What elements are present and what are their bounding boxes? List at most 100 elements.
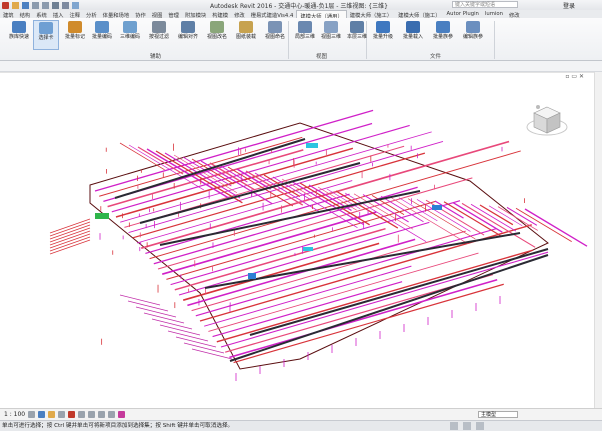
3d-view-icon[interactable]	[72, 1, 79, 9]
save-icon[interactable]	[22, 1, 29, 9]
ribbon-button-label: 批量编码	[91, 34, 112, 40]
ribbon-button-label: 编辑族参	[462, 34, 483, 40]
duct-segment	[119, 294, 161, 306]
app-menu-icon[interactable]	[2, 1, 9, 9]
ribbon-button[interactable]: 三维编码	[117, 20, 143, 50]
ribbon-button-label: 视图改名	[206, 34, 227, 40]
filter-icon[interactable]	[476, 422, 484, 430]
ribbon-tab[interactable]: 建模大师（施工）	[347, 10, 395, 19]
ribbon-tab[interactable]: 体量和场地	[100, 10, 133, 19]
ribbon-tab[interactable]: 协作	[132, 10, 149, 19]
ribbon-tab[interactable]: 插入	[50, 10, 67, 19]
ribbon-tab[interactable]: 结构	[17, 10, 34, 19]
temp-hide-icon[interactable]	[108, 411, 116, 418]
ribbon-button[interactable]: 视图命名	[262, 20, 288, 50]
group-label-aux: 辅助	[150, 54, 162, 60]
ribbon-button[interactable]: 批量编码	[89, 20, 115, 50]
duct-segment	[135, 306, 177, 318]
duct-segment	[49, 239, 91, 255]
visual-style-icon[interactable]	[38, 411, 46, 418]
detail-level-icon[interactable]	[28, 411, 36, 418]
ribbon-button-label: 选择卡	[38, 35, 54, 41]
view-control-bar: 1 : 100 主模型	[0, 408, 602, 420]
ribbon-tab[interactable]: 附加模块	[182, 10, 209, 19]
duct-segment	[49, 233, 91, 249]
ribbon-tab[interactable]: 构建模	[209, 10, 231, 19]
ribbon-button[interactable]: 族库快速	[6, 20, 32, 50]
ribbon-tab[interactable]: 建筑	[0, 10, 17, 19]
ribbon-tool-icon	[268, 21, 282, 33]
workset-icon[interactable]	[450, 422, 458, 430]
ribbon-button[interactable]: 编辑对齐	[175, 20, 201, 50]
design-option-icon[interactable]	[463, 422, 471, 430]
ribbon-tab[interactable]: 修改	[506, 10, 523, 19]
shadows-icon[interactable]	[58, 411, 66, 418]
crop-icon[interactable]	[78, 411, 86, 418]
duct-segment	[204, 265, 412, 327]
ribbon-tab[interactable]: 管理	[165, 10, 182, 19]
hide-crop-icon[interactable]	[88, 411, 96, 418]
ribbon-button[interactable]: 视图三维	[318, 20, 344, 50]
mep-3d-model[interactable]	[0, 73, 594, 409]
ribbon-tab[interactable]: 系统	[33, 10, 50, 19]
login-link[interactable]: 登录	[563, 1, 575, 10]
options-bar	[0, 61, 602, 72]
duct-segment	[119, 142, 165, 171]
duct-segment	[182, 242, 380, 301]
ribbon-button[interactable]: 本层三维	[344, 20, 370, 50]
scale-label[interactable]: 1 : 100	[4, 411, 25, 418]
sun-path-icon[interactable]	[48, 411, 56, 418]
ribbon-tab[interactable]: 建模大师（通用）	[296, 10, 347, 20]
measure-icon[interactable]	[52, 1, 59, 9]
ribbon-tool-icon	[466, 21, 480, 33]
ribbon-button[interactable]: 按视过滤	[146, 20, 172, 50]
open-icon[interactable]	[12, 1, 19, 9]
quick-access-toolbar	[2, 0, 79, 10]
ribbon-tool-icon	[152, 21, 166, 33]
lock-view-icon[interactable]	[98, 411, 106, 418]
ribbon-tab[interactable]: 分析	[83, 10, 100, 19]
ribbon-button[interactable]: 图纸装载	[233, 20, 259, 50]
undo-icon[interactable]	[32, 1, 39, 9]
ribbon-button[interactable]: 批量升级	[370, 20, 396, 50]
duct-segment	[166, 200, 436, 280]
ribbon-button-label: 批量载入	[402, 34, 423, 40]
ribbon-button[interactable]: 选择卡	[33, 20, 59, 50]
ribbon-tab[interactable]: lumion	[482, 10, 506, 18]
duct-segment	[195, 228, 497, 317]
ribbon-tab[interactable]: 注释	[66, 10, 83, 19]
reveal-hidden-icon[interactable]	[118, 411, 126, 418]
ribbon-tab[interactable]: 建模大师（施工）	[395, 10, 443, 19]
ribbon-button[interactable]: 批量族参	[430, 20, 456, 50]
ribbon-button[interactable]: 局部三维	[292, 20, 318, 50]
ribbon-tool-icon	[298, 21, 312, 33]
duct-segment	[143, 312, 185, 324]
duct-segment	[132, 152, 426, 239]
redo-icon[interactable]	[42, 1, 49, 9]
duct-segment	[229, 279, 498, 359]
text-icon[interactable]	[62, 1, 69, 9]
ribbon-button[interactable]: 批量标记	[62, 20, 88, 50]
search-input[interactable]: 键入关键字或短语	[452, 1, 518, 8]
ribbon-button-label: 三维编码	[119, 34, 140, 40]
vertical-scrollbar[interactable]	[594, 72, 602, 408]
ribbon-button[interactable]: 视图改名	[204, 20, 230, 50]
ribbon-tool-icon	[239, 21, 253, 33]
ribbon-tool-icon	[376, 21, 390, 33]
model-select[interactable]: 主模型	[478, 411, 518, 418]
ribbon-tab[interactable]: Autor Plugin	[444, 10, 482, 18]
ribbon-tab[interactable]: 视图	[149, 10, 166, 19]
duct-network	[49, 109, 588, 381]
ribbon-button-label: 族库快速	[8, 34, 29, 40]
ribbon-tool-icon	[436, 21, 450, 33]
ribbon-button[interactable]: 编辑族参	[460, 20, 486, 50]
3d-viewport[interactable]: ▫ ▭ ✕	[0, 72, 594, 409]
ribbon-button[interactable]: 批量载入	[400, 20, 426, 50]
ribbon-tool-icon	[181, 21, 195, 33]
duct-segment	[159, 324, 201, 336]
ribbon-tab[interactable]: 修改	[231, 10, 248, 19]
ribbon-tab[interactable]: 橙易式建造Vis4.4	[248, 10, 297, 19]
render-icon[interactable]	[68, 411, 76, 418]
duct-segment	[151, 318, 193, 330]
ribbon-button-label: 视图命名	[264, 34, 285, 40]
